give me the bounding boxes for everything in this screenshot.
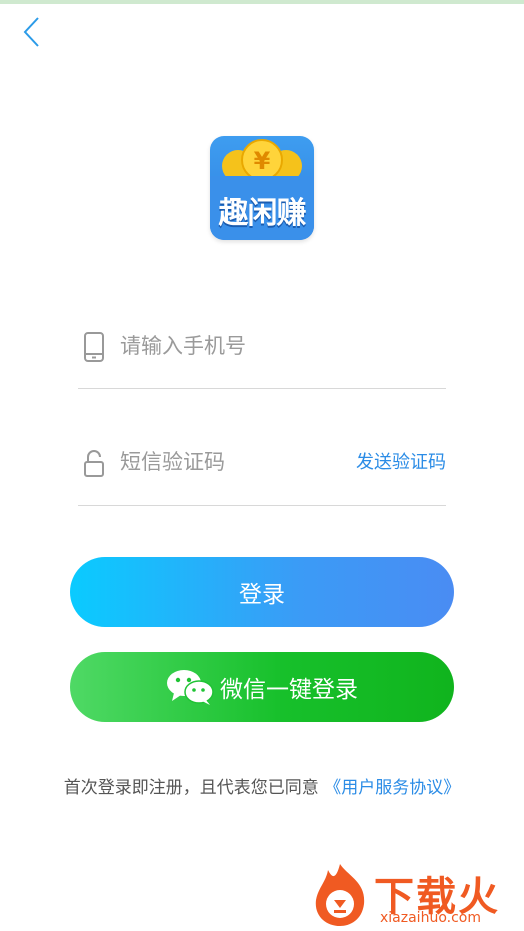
code-divider bbox=[78, 505, 446, 506]
code-input[interactable] bbox=[120, 442, 340, 482]
watermark: 下载火 xiazaihuo.com bbox=[308, 860, 520, 928]
wechat-login-button[interactable]: 微信一键登录 bbox=[70, 652, 454, 722]
agreement-text: 首次登录即注册，且代表您已同意 bbox=[63, 778, 319, 798]
send-code-button[interactable]: 发送验证码 bbox=[356, 448, 446, 474]
login-button[interactable]: 登录 bbox=[70, 557, 454, 627]
wechat-icon bbox=[167, 670, 214, 705]
chevron-left-icon bbox=[23, 17, 39, 47]
lock-icon bbox=[82, 448, 106, 478]
phone-icon bbox=[82, 332, 106, 362]
wechat-button-label: 微信一键登录 bbox=[220, 677, 358, 703]
user-agreement-link[interactable]: 《用户服务协议》 bbox=[324, 778, 460, 798]
code-field[interactable]: 发送验证码 bbox=[78, 438, 446, 486]
logo-text: 趣闲赚 bbox=[218, 196, 307, 231]
phone-divider bbox=[78, 388, 446, 389]
app-logo: ¥ 趣闲赚 bbox=[210, 136, 314, 240]
back-button[interactable] bbox=[14, 14, 50, 50]
phone-input[interactable] bbox=[120, 326, 340, 366]
agreement-notice: 首次登录即注册，且代表您已同意 《用户服务协议》 bbox=[0, 773, 524, 798]
watermark-subtitle: xiazaihuo.com bbox=[380, 910, 481, 926]
coin-symbol: ¥ bbox=[254, 147, 271, 175]
status-strip bbox=[0, 0, 524, 4]
flame-logo-icon bbox=[315, 864, 365, 926]
phone-field[interactable] bbox=[78, 322, 446, 370]
login-button-label: 登录 bbox=[239, 582, 285, 608]
